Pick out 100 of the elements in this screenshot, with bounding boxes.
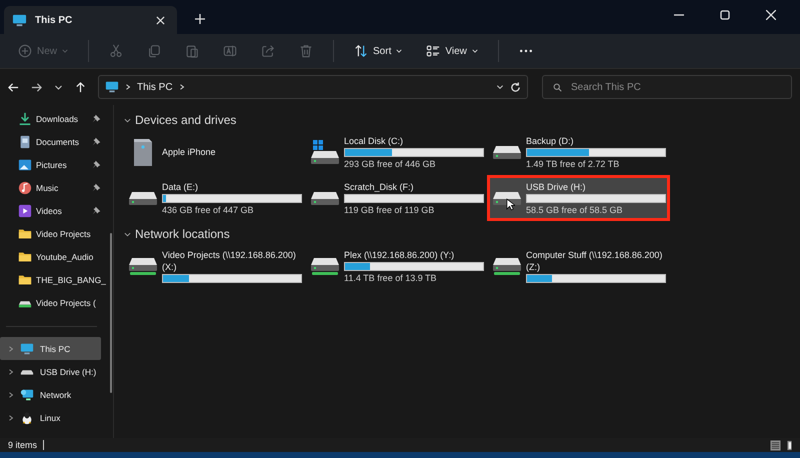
drive-name: (X:) xyxy=(162,262,178,272)
chevron-right-icon[interactable] xyxy=(8,392,14,398)
free-space-text: 1.49 TB free of 2.72 TB xyxy=(526,158,620,168)
details-view-icon[interactable] xyxy=(770,440,781,450)
tree-item[interactable]: Linux xyxy=(0,406,101,429)
sort-icon xyxy=(354,44,368,58)
tree-item[interactable]: Network xyxy=(0,383,101,406)
drive-tile[interactable]: Apple iPhone xyxy=(126,132,303,172)
pin-icon[interactable] xyxy=(92,160,101,169)
drive-tile[interactable]: USB Drive (H:) 58.5 GB free of 58.5 GB xyxy=(490,178,667,218)
sidebar-item[interactable]: Documents xyxy=(0,130,113,153)
drive-name: Apple iPhone xyxy=(162,147,217,157)
drive-tile[interactable]: Video Projects (\\192.168.86.200) (X:) xyxy=(126,246,303,286)
pin-icon[interactable] xyxy=(92,206,101,215)
sidebar-item[interactable]: Video Projects ( xyxy=(0,291,113,314)
drive-name: Local Disk (C:) xyxy=(344,136,404,146)
section-header: Network locations xyxy=(135,227,230,241)
drive-name: Computer Stuff (\\192.168.86.200) xyxy=(526,250,664,260)
pin-icon[interactable] xyxy=(92,183,101,192)
chevron-down-icon xyxy=(62,49,68,53)
pin-icon[interactable] xyxy=(92,137,101,146)
free-space-text: 293 GB free of 446 GB xyxy=(344,158,437,168)
clipboard-icon xyxy=(185,44,200,58)
drive-tile[interactable]: Computer Stuff (\\192.168.86.200) (Z:) xyxy=(490,246,667,286)
drive-name: Data (E:) xyxy=(162,182,200,192)
tree-item[interactable]: USB Drive (H:) xyxy=(0,360,101,383)
sidebar-item[interactable]: Videos xyxy=(0,199,113,222)
cursor-icon xyxy=(506,198,515,211)
monitor-icon xyxy=(20,342,34,356)
drive-icon xyxy=(129,258,157,274)
maximize-icon[interactable] xyxy=(720,10,730,20)
penguin-icon xyxy=(20,410,34,424)
drive-icon xyxy=(311,192,339,204)
chevron-down-icon[interactable] xyxy=(124,116,131,124)
chevron-down-icon xyxy=(396,49,402,53)
drive-name: Scratch_Disk (F:) xyxy=(344,182,415,192)
window-tab[interactable]: This PC xyxy=(4,6,177,34)
sort-button[interactable]: Sort xyxy=(344,40,412,62)
sidebar-item[interactable]: Pictures xyxy=(0,153,113,176)
drive-icon xyxy=(129,192,157,204)
forward-arrow-icon[interactable] xyxy=(31,82,42,92)
refresh-icon[interactable] xyxy=(510,82,521,92)
chevron-down-icon[interactable] xyxy=(54,82,63,92)
free-space-text: 11.4 TB free of 13.9 TB xyxy=(344,272,438,282)
drive-icon xyxy=(493,258,521,274)
drive-tile[interactable]: Data (E:) 436 GB free of 447 GB xyxy=(126,178,303,218)
address-bar[interactable]: This PC xyxy=(98,75,528,99)
music-icon xyxy=(18,180,32,194)
close-icon[interactable] xyxy=(156,16,165,24)
video-icon xyxy=(18,204,32,218)
close-icon[interactable] xyxy=(766,10,776,20)
plus-icon[interactable] xyxy=(195,14,205,24)
tiles-view-icon[interactable] xyxy=(787,440,792,450)
chevron-down-icon xyxy=(472,49,478,53)
folder-icon xyxy=(18,226,32,240)
sidebar-item[interactable]: Downloads xyxy=(0,107,113,130)
drive-tile[interactable]: Local Disk (C:) 293 GB free of 446 GB xyxy=(308,132,485,172)
chevron-right-icon[interactable] xyxy=(8,414,14,420)
sidebar-item[interactable]: Video Projects xyxy=(0,222,113,245)
drive-icon xyxy=(493,146,521,158)
chevron-right-icon[interactable] xyxy=(8,346,14,352)
up-arrow-icon[interactable] xyxy=(75,82,86,92)
free-space-text: 119 GB free of 119 GB xyxy=(344,204,436,214)
drive-name: Backup (D:) xyxy=(526,136,575,146)
network-icon xyxy=(20,388,34,402)
drive-name: Plex (\\192.168.86.200) (Y:) xyxy=(344,250,456,260)
drive-name: USB Drive (H:) xyxy=(526,182,587,192)
drive-icon xyxy=(311,258,339,274)
chevron-down-icon[interactable] xyxy=(124,230,131,238)
trash-icon xyxy=(299,44,314,58)
rename-icon xyxy=(223,44,238,58)
pin-icon[interactable] xyxy=(92,114,101,123)
sidebar-item[interactable]: Youtube_Audio xyxy=(0,245,113,268)
scissors-icon xyxy=(109,44,124,58)
drive-tile[interactable]: Plex (\\192.168.86.200) (Y:) 11.4 TB free of 13.9 TB xyxy=(308,246,485,286)
drive-tile[interactable]: Scratch_Disk (F:) 119 GB free of 119 GB xyxy=(308,178,485,218)
monitor-icon xyxy=(12,12,27,28)
section-header: Devices and drives xyxy=(135,113,236,127)
chevron-right-icon[interactable] xyxy=(8,368,14,374)
list-icon xyxy=(426,44,440,58)
sidebar-item[interactable]: Music xyxy=(0,176,113,199)
item-count: 9 items xyxy=(8,440,38,450)
chevron-down-icon[interactable] xyxy=(496,83,504,91)
back-arrow-icon[interactable] xyxy=(8,82,19,92)
picture-icon xyxy=(18,158,32,172)
copy-icon xyxy=(147,44,162,58)
document-icon xyxy=(18,134,32,148)
breadcrumb[interactable]: This PC xyxy=(137,82,173,92)
search-field[interactable]: Search This PC xyxy=(542,75,792,99)
search-icon xyxy=(553,83,562,92)
drive-name: Video Projects (\\192.168.86.200) xyxy=(162,250,297,260)
monitor-icon xyxy=(105,80,119,94)
view-button[interactable]: View xyxy=(416,40,488,62)
tree-item[interactable]: This PC xyxy=(0,337,101,360)
chevron-right-icon xyxy=(125,84,131,90)
drive-tile[interactable]: Backup (D:) 1.49 TB free of 2.72 TB xyxy=(490,132,667,172)
drive-icon xyxy=(493,192,521,204)
plus-circle-icon xyxy=(18,44,32,58)
share-icon xyxy=(261,44,276,58)
sidebar-item[interactable]: THE_BIG_BANG_ xyxy=(0,268,113,291)
